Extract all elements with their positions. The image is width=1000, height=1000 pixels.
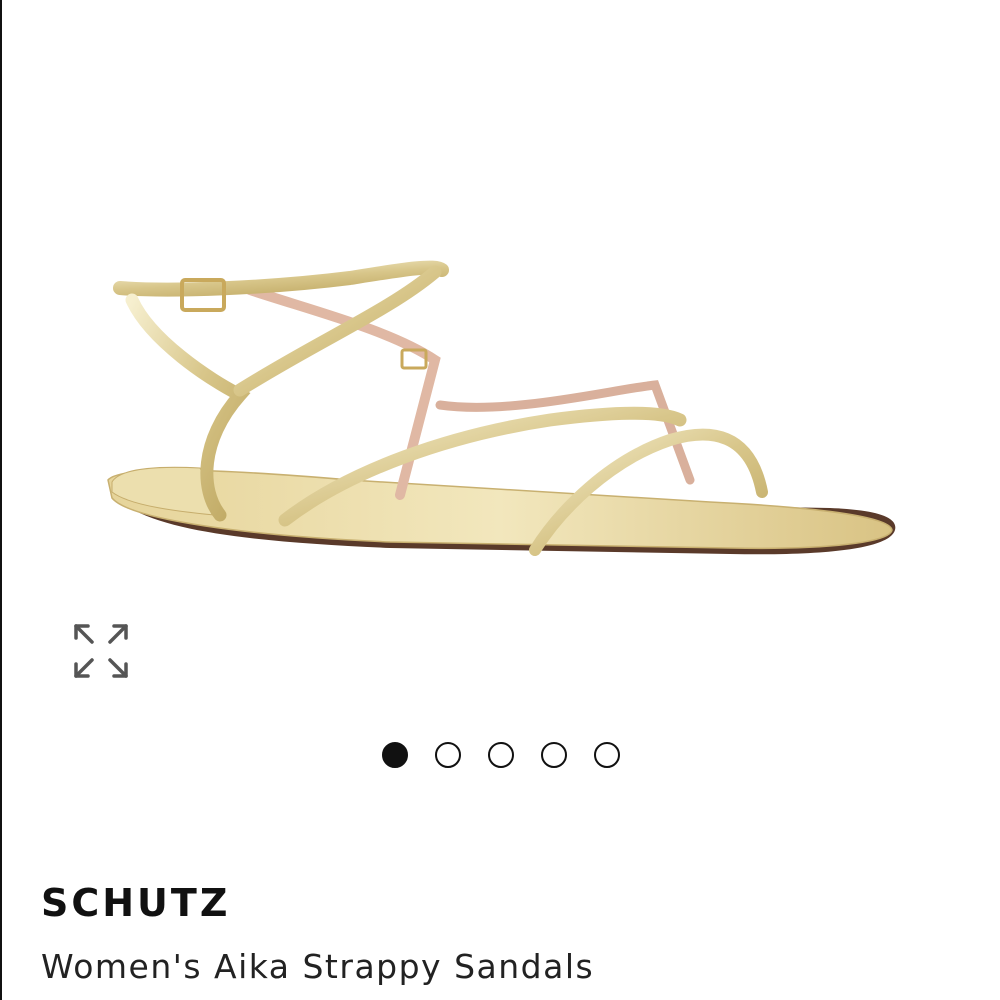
carousel-dot-4[interactable] [541,742,567,768]
carousel-dot-2[interactable] [435,742,461,768]
carousel-dot-5[interactable] [594,742,620,768]
carousel-dot-1[interactable] [382,742,408,768]
carousel-dot-3[interactable] [488,742,514,768]
insole [107,469,893,550]
expand-image-button[interactable] [66,616,136,686]
product-image[interactable] [90,230,920,610]
ankle-strap [113,260,449,297]
left-edge-border [0,0,2,1000]
expand-arrows-icon [74,624,128,678]
brand-name-link[interactable]: SCHUTZ [41,884,230,922]
image-carousel-indicator [0,742,1000,772]
inner-lining [245,285,441,500]
product-title: Women's Aika Strappy Sandals [41,947,595,986]
sandal-illustration [107,260,896,556]
